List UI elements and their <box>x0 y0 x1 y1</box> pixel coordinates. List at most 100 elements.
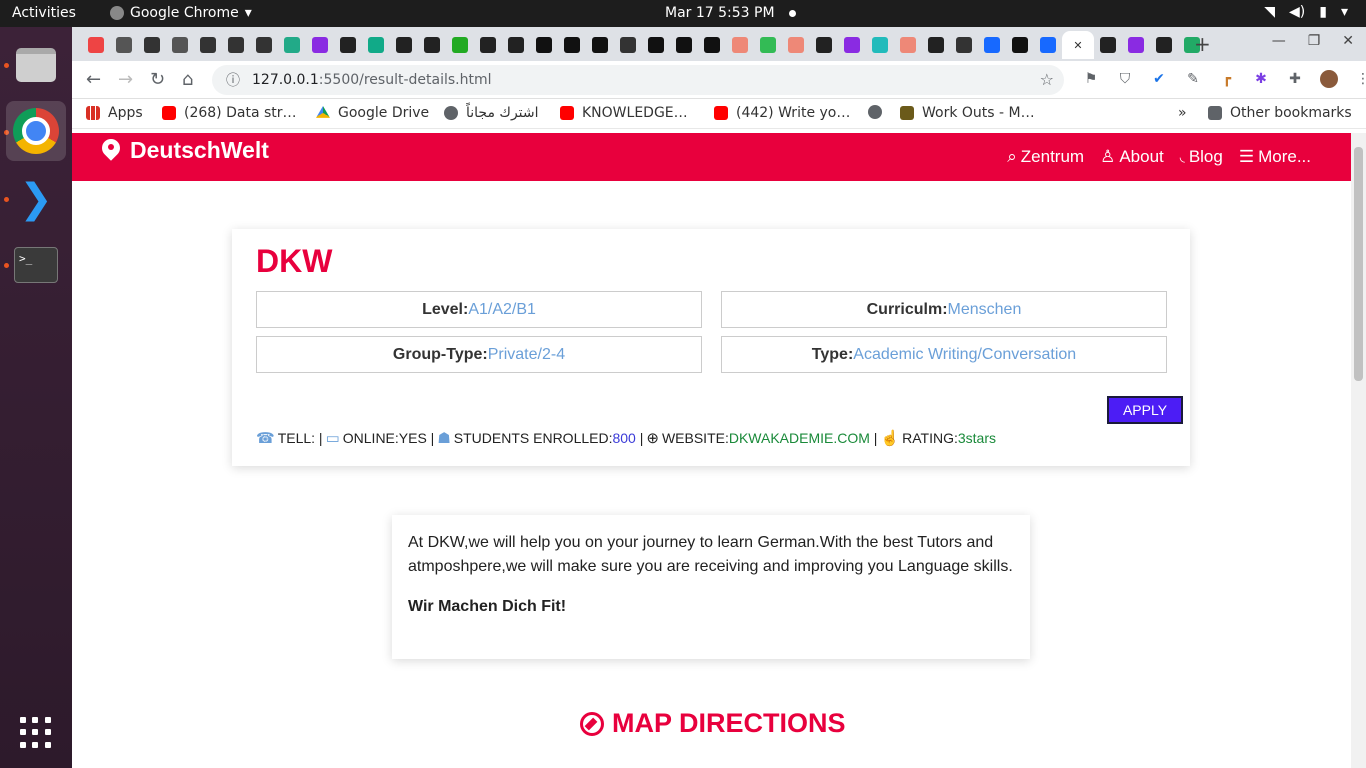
puzzle-icon[interactable]: ✚ <box>1286 70 1304 88</box>
site-brand[interactable]: DeutschWelt <box>102 137 269 164</box>
tab-favicon-icon <box>872 37 888 53</box>
browser-tab[interactable] <box>530 31 558 59</box>
thumbs-up-icon: ☝ <box>880 430 900 447</box>
browser-tab[interactable] <box>642 31 670 59</box>
browser-tab[interactable] <box>194 31 222 59</box>
browser-tab[interactable] <box>922 31 950 59</box>
extension-icon[interactable]: ┏ <box>1218 70 1236 88</box>
page-scrollbar[interactable] <box>1351 133 1366 768</box>
browser-tab[interactable] <box>110 31 138 59</box>
terminal-app-icon[interactable]: >_ <box>6 235 66 295</box>
tab-favicon-icon <box>564 37 580 53</box>
volume-icon[interactable]: ◀) <box>1289 4 1305 20</box>
browser-tab[interactable] <box>362 31 390 59</box>
wifi-icon[interactable]: ◥ <box>1264 4 1275 20</box>
browser-tab[interactable] <box>586 31 614 59</box>
browser-tab[interactable] <box>250 31 278 59</box>
browser-tab[interactable] <box>390 31 418 59</box>
restore-icon[interactable]: ❐ <box>1308 33 1321 49</box>
bookmark-item[interactable]: Work Outs - M… <box>900 105 1035 121</box>
minimize-icon[interactable]: — <box>1272 33 1286 49</box>
extension-icon[interactable]: ✎ <box>1184 70 1202 88</box>
chrome-app-icon[interactable] <box>6 101 66 161</box>
nav-more[interactable]: ☰ More... <box>1239 147 1311 167</box>
profile-avatar[interactable] <box>1320 70 1338 88</box>
forward-icon[interactable]: → <box>118 69 133 90</box>
shield-icon[interactable]: ⛉ <box>1116 70 1134 88</box>
browser-tab[interactable] <box>558 31 586 59</box>
browser-tab[interactable] <box>418 31 446 59</box>
browser-tab[interactable] <box>782 31 810 59</box>
browser-tab[interactable] <box>894 31 922 59</box>
bookmark-apps[interactable]: Apps <box>86 105 143 121</box>
app-menu[interactable]: Google Chrome ▾ <box>110 5 252 21</box>
system-tray[interactable]: ◥ ◀) ▮ ▾ <box>1264 4 1348 20</box>
browser-tab[interactable] <box>670 31 698 59</box>
browser-tab[interactable] <box>698 31 726 59</box>
power-menu-icon[interactable]: ▾ <box>1341 4 1348 20</box>
browser-tab[interactable] <box>838 31 866 59</box>
nav-blog[interactable]: ◟ Blog <box>1180 147 1223 167</box>
browser-tab[interactable] <box>614 31 642 59</box>
extension-icon[interactable]: ⚑ <box>1082 70 1100 88</box>
map-directions-heading: MAP DIRECTIONS <box>580 708 846 739</box>
browser-tab[interactable] <box>446 31 474 59</box>
browser-tab[interactable] <box>166 31 194 59</box>
browser-tab[interactable] <box>1094 31 1122 59</box>
scrollbar-thumb[interactable] <box>1354 147 1363 381</box>
bookmarks-overflow-button[interactable]: » <box>1178 105 1187 121</box>
nav-about[interactable]: ♙ About <box>1100 147 1164 167</box>
browser-tab[interactable] <box>810 31 838 59</box>
bookmark-item[interactable]: (268) Data str… <box>162 105 297 121</box>
browser-tab[interactable] <box>1034 31 1062 59</box>
address-bar[interactable]: ⓘ 127.0.0.1:5500/result-details.html ☆ <box>212 65 1064 95</box>
browser-tab[interactable] <box>502 31 530 59</box>
bookmark-star-icon[interactable]: ☆ <box>1040 70 1054 89</box>
browser-tab[interactable] <box>222 31 250 59</box>
browser-tab[interactable] <box>1006 31 1034 59</box>
browser-tab[interactable] <box>278 31 306 59</box>
close-tab-icon[interactable]: ✕ <box>1073 39 1082 52</box>
nav-zentrum[interactable]: ⌕ Zentrum <box>1007 147 1084 167</box>
new-tab-button[interactable]: + <box>1194 32 1211 56</box>
browser-tab[interactable] <box>306 31 334 59</box>
extension-icon[interactable]: ✱ <box>1252 70 1270 88</box>
clock[interactable]: Mar 17 5:53 PM <box>665 5 796 21</box>
site-info-icon[interactable]: ⓘ <box>226 70 240 90</box>
close-window-icon[interactable]: ✕ <box>1342 33 1354 49</box>
vscode-app-icon[interactable]: ❯ <box>6 169 66 229</box>
bookmark-item[interactable]: اشترك مجاناً <box>444 105 539 121</box>
home-icon[interactable]: ⌂ <box>182 69 193 90</box>
browser-tab[interactable] <box>726 31 754 59</box>
extension-icon[interactable]: ✔ <box>1150 70 1168 88</box>
browser-tab[interactable] <box>474 31 502 59</box>
tab-favicon-icon <box>676 37 692 53</box>
url-host: 127.0.0.1 <box>252 72 319 88</box>
files-app-icon[interactable] <box>6 35 66 95</box>
more-vert-icon[interactable]: ⋮ <box>1354 70 1366 88</box>
back-icon[interactable]: ← <box>86 69 101 90</box>
tab-favicon-icon <box>144 37 160 53</box>
active-tab[interactable]: ✕ <box>1062 31 1094 59</box>
reload-icon[interactable]: ↻ <box>150 69 165 90</box>
bookmark-item[interactable]: Google Drive <box>316 105 429 121</box>
tab-favicon-icon <box>760 37 776 53</box>
browser-tab[interactable] <box>334 31 362 59</box>
activities-button[interactable]: Activities <box>12 5 76 21</box>
browser-tab[interactable] <box>1150 31 1178 59</box>
bookmark-item[interactable] <box>868 105 882 119</box>
other-bookmarks[interactable]: Other bookmarks <box>1208 105 1352 121</box>
browser-tab[interactable] <box>138 31 166 59</box>
website-link[interactable]: DKWAKADEMIE.COM <box>729 430 870 446</box>
browser-tab[interactable] <box>866 31 894 59</box>
browser-tab[interactable] <box>950 31 978 59</box>
bookmark-item[interactable]: (442) Write yo… <box>714 105 850 121</box>
battery-icon[interactable]: ▮ <box>1319 4 1327 20</box>
show-applications-icon[interactable] <box>20 717 52 749</box>
browser-tab[interactable] <box>754 31 782 59</box>
bookmark-item[interactable]: KNOWLEDGE… <box>560 105 688 121</box>
apply-button[interactable]: APPLY <box>1107 396 1183 424</box>
browser-tab[interactable] <box>82 31 110 59</box>
browser-tab[interactable] <box>978 31 1006 59</box>
browser-tab[interactable] <box>1122 31 1150 59</box>
